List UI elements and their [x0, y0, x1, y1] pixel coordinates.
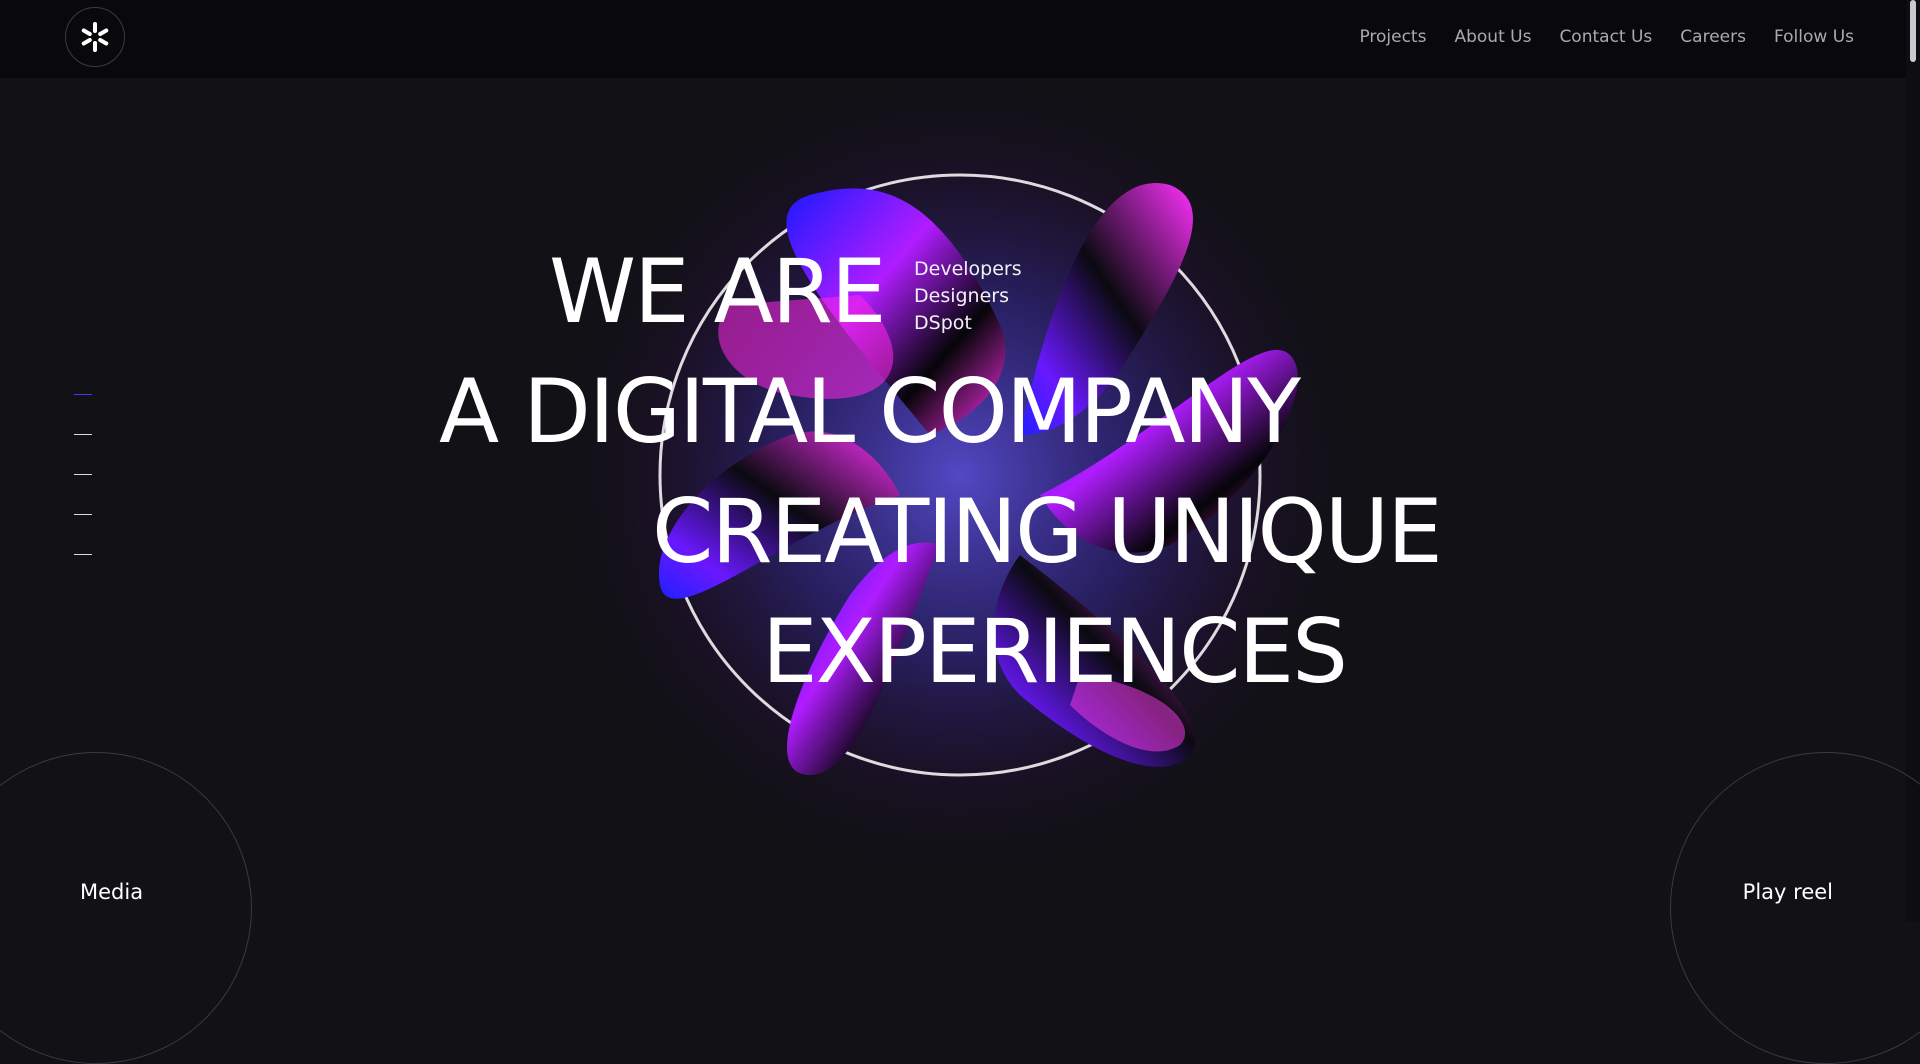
section-indicator-item[interactable]	[74, 554, 92, 555]
play-reel-link[interactable]: Play reel	[1743, 880, 1833, 904]
section-indicator-item[interactable]	[74, 514, 92, 515]
asterisk-logo-icon	[81, 22, 109, 52]
section-indicator	[74, 394, 92, 594]
hero-line-we-are: WE ARE	[549, 240, 887, 343]
hero-line-creating-unique: CREATING UNIQUE	[652, 480, 1443, 583]
corner-circle-left	[0, 752, 252, 1064]
hero-line-digital-company: A DIGITAL COMPANY	[439, 360, 1301, 463]
logo[interactable]	[65, 7, 125, 67]
scrollbar-thumb[interactable]	[1910, 0, 1916, 62]
corner-circle-right	[1670, 752, 1920, 1064]
media-link[interactable]: Media	[80, 880, 143, 904]
role-item: DSpot	[914, 312, 972, 334]
main-nav: Projects About Us Contact Us Careers Fol…	[1359, 0, 1854, 74]
site-header: Projects About Us Contact Us Careers Fol…	[0, 0, 1920, 78]
nav-contact-us[interactable]: Contact Us	[1559, 27, 1652, 47]
hero-line-experiences: EXPERIENCES	[762, 600, 1348, 703]
section-indicator-item[interactable]	[74, 434, 92, 435]
section-indicator-item[interactable]	[74, 474, 92, 475]
roles-list: Developers Designers DSpot	[914, 256, 1022, 337]
nav-careers[interactable]: Careers	[1680, 27, 1746, 47]
nav-follow-us[interactable]: Follow Us	[1774, 27, 1854, 47]
role-item: Developers	[914, 258, 1022, 280]
role-item: Designers	[914, 285, 1009, 307]
nav-about-us[interactable]: About Us	[1454, 27, 1531, 47]
nav-projects[interactable]: Projects	[1359, 27, 1426, 47]
section-indicator-item[interactable]	[74, 394, 92, 395]
